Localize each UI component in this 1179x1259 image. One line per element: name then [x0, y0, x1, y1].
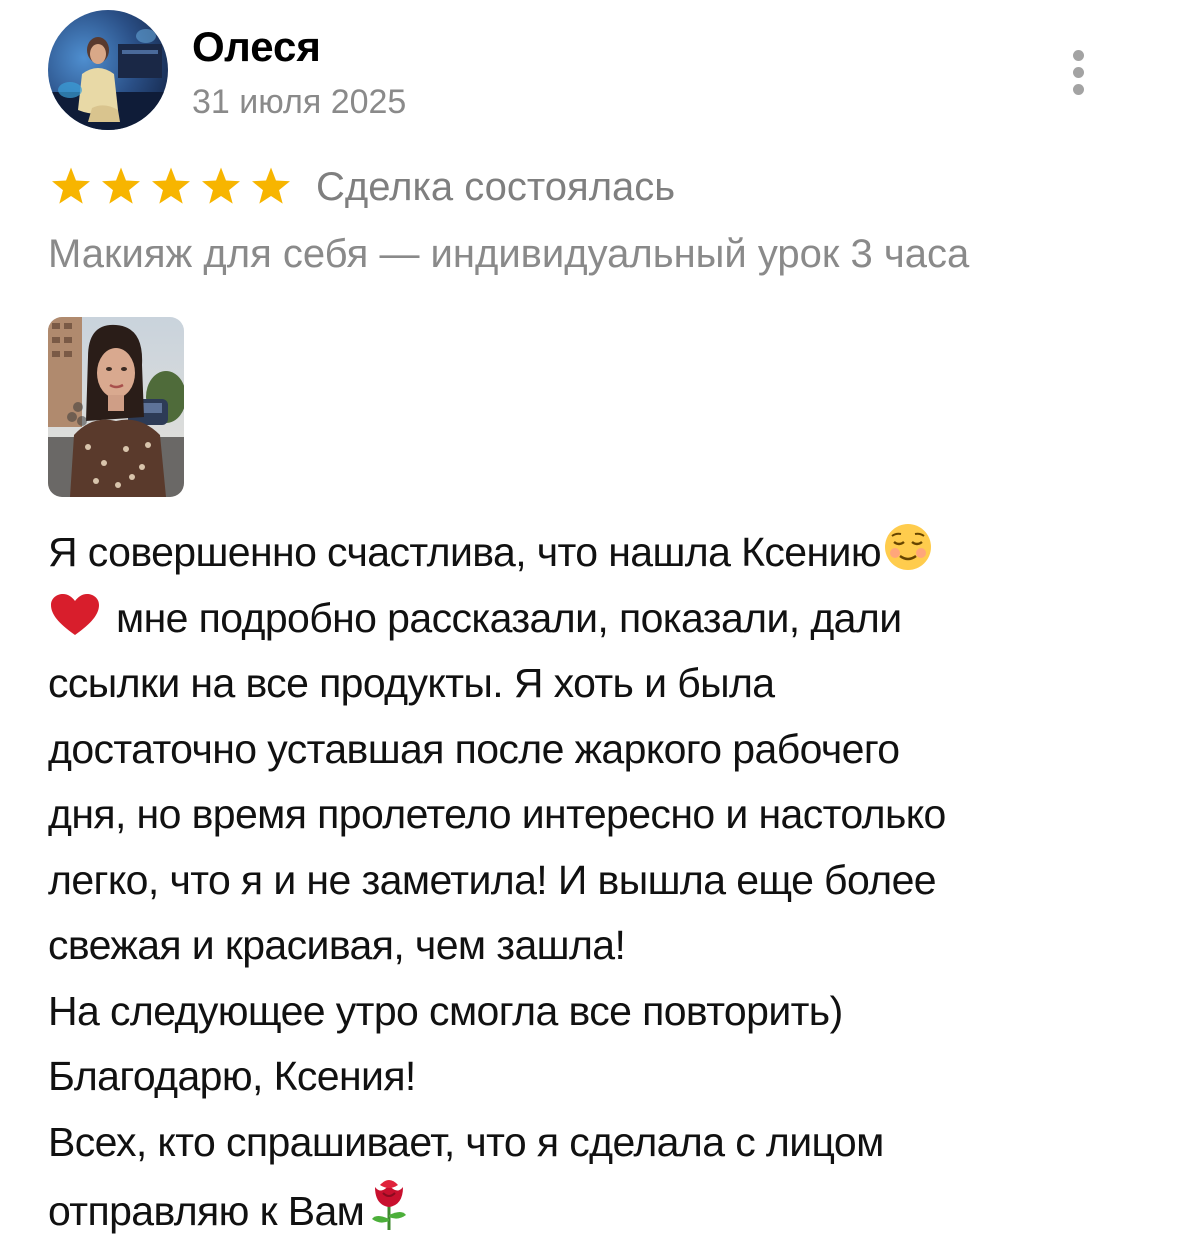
review-line: свежая и красивая, чем зашла! [48, 922, 626, 968]
star-icon [202, 167, 240, 204]
review-line: Я совершенно счастлива, что нашла Ксению [48, 520, 1138, 586]
review-line: Благодарю, Ксения! [48, 1053, 416, 1099]
more-options-button[interactable] [1058, 42, 1098, 102]
review-photo-image [48, 317, 184, 497]
rating-row: Сделка состоялась [48, 162, 675, 212]
review-line: ссылки на все продукты. Я хоть и была [48, 660, 775, 706]
rose-emoji [372, 1180, 407, 1230]
review-line: Всех, кто спрашивает, что я сделала с ли… [48, 1118, 884, 1165]
review-header: Олеся 31 июля 2025 [48, 10, 1138, 134]
review-line-text: мне подробно рассказали, показали, дали [116, 594, 902, 641]
more-vertical-icon-dot [1072, 83, 1084, 95]
review-date: 31 июля 2025 [192, 83, 407, 121]
deal-status: Сделка состоялась [316, 165, 676, 209]
more-vertical-icon [1072, 49, 1084, 61]
star-rating [48, 164, 294, 210]
more-vertical-icon-dot [1072, 66, 1084, 78]
star-icon [252, 167, 290, 204]
star-icon [152, 167, 190, 204]
review-line: На следующее утро смогла все повторить) [48, 987, 843, 1034]
review-line: достаточно уставшая после жаркого рабоче… [48, 725, 900, 772]
review-line: легко, что я и не заметила! И вышла еще … [48, 856, 937, 903]
author-avatar[interactable] [48, 10, 168, 130]
author-name[interactable]: Олеся [192, 22, 321, 72]
red-heart-emoji [51, 593, 99, 635]
review-text: Я совершенно счастлива, что нашла Ксению… [48, 520, 1138, 1241]
review-line: дня, но время пролетело интересно и наст… [48, 791, 946, 837]
star-icon [52, 167, 90, 204]
review-line-text: отправляю к Вам [48, 1188, 365, 1234]
star-icon [102, 167, 140, 204]
review-line: мне подробно рассказали, показали, дали [48, 586, 1138, 652]
relieved-face-emoji [884, 524, 931, 570]
review-line-text: Я совершенно счастлива, что нашла Ксению [48, 529, 882, 575]
review-line: отправляю к Вам [48, 1175, 1138, 1241]
review-photo[interactable] [48, 317, 184, 497]
service-name[interactable]: Макияж для себя — индивидуальный урок 3 … [48, 226, 969, 282]
avatar-photo [48, 10, 168, 130]
